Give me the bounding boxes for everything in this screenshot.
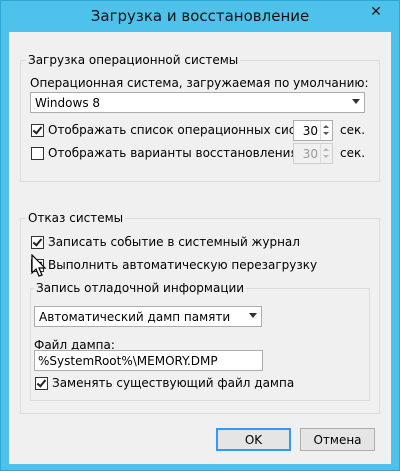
close-icon: ✕ — [370, 4, 382, 20]
default-os-value: Windows 8 — [35, 96, 101, 110]
dialog-body: Загрузка операционной системы Операционн… — [9, 32, 391, 464]
dialog-window: Загрузка и восстановление ✕ Загрузка опе… — [0, 0, 400, 471]
debug-info-group-title: Запись отладочной информации — [34, 281, 247, 295]
close-button[interactable]: ✕ — [360, 2, 392, 22]
show-recovery-label[interactable]: Отображать варианты восстановления: — [48, 146, 302, 160]
system-failure-group-title: Отказ системы — [26, 211, 126, 225]
title-bar[interactable]: Загрузка и восстановление ✕ — [1, 1, 399, 32]
spin-buttons[interactable] — [320, 121, 332, 140]
write-event-label[interactable]: Записать событие в системный журнал — [48, 235, 300, 249]
mouse-pointer-icon — [31, 254, 47, 277]
overwrite-dump-checkbox[interactable] — [35, 377, 48, 390]
show-os-list-unit: сек. — [340, 123, 366, 137]
ok-button[interactable]: OK — [216, 428, 291, 451]
spin-down-icon[interactable] — [323, 132, 329, 135]
dump-file-value: %SystemRoot%\MEMORY.DMP — [38, 354, 218, 368]
overwrite-dump-label[interactable]: Заменять существующий файл дампа — [52, 376, 294, 390]
checkmark-icon — [32, 236, 43, 247]
show-os-list-label[interactable]: Отображать список операционных систем: — [48, 123, 323, 137]
spin-buttons — [320, 144, 332, 163]
auto-restart-label[interactable]: Выполнить автоматическую перезагрузку — [48, 258, 317, 272]
show-recovery-timeout: 30 — [293, 143, 333, 164]
show-recovery-timeout-value: 30 — [302, 147, 318, 161]
chevron-down-icon — [352, 99, 360, 104]
dump-file-input[interactable]: %SystemRoot%\MEMORY.DMP — [34, 350, 263, 371]
show-recovery-checkbox[interactable] — [31, 147, 44, 160]
startup-group-title: Загрузка операционной системы — [26, 53, 241, 67]
cancel-button[interactable]: Отмена — [300, 428, 375, 451]
chevron-down-icon — [249, 313, 257, 318]
checkmark-icon — [32, 124, 43, 135]
spin-down-icon — [323, 155, 329, 158]
default-os-label: Операционная система, загружаемая по умо… — [30, 76, 369, 90]
write-event-checkbox[interactable] — [31, 236, 44, 249]
dialog-title: Загрузка и восстановление — [90, 7, 310, 25]
default-os-select[interactable]: Windows 8 — [30, 92, 365, 113]
show-os-list-timeout-value: 30 — [302, 124, 318, 138]
checkmark-icon — [36, 377, 47, 388]
dump-type-select[interactable]: Автоматический дамп памяти — [34, 306, 262, 327]
dump-type-value: Автоматический дамп памяти — [39, 310, 231, 324]
show-recovery-unit: сек. — [340, 146, 366, 160]
spin-up-icon[interactable] — [323, 125, 329, 128]
spin-up-icon — [323, 148, 329, 151]
show-os-list-timeout[interactable]: 30 — [293, 120, 333, 141]
show-os-list-checkbox[interactable] — [31, 124, 44, 137]
